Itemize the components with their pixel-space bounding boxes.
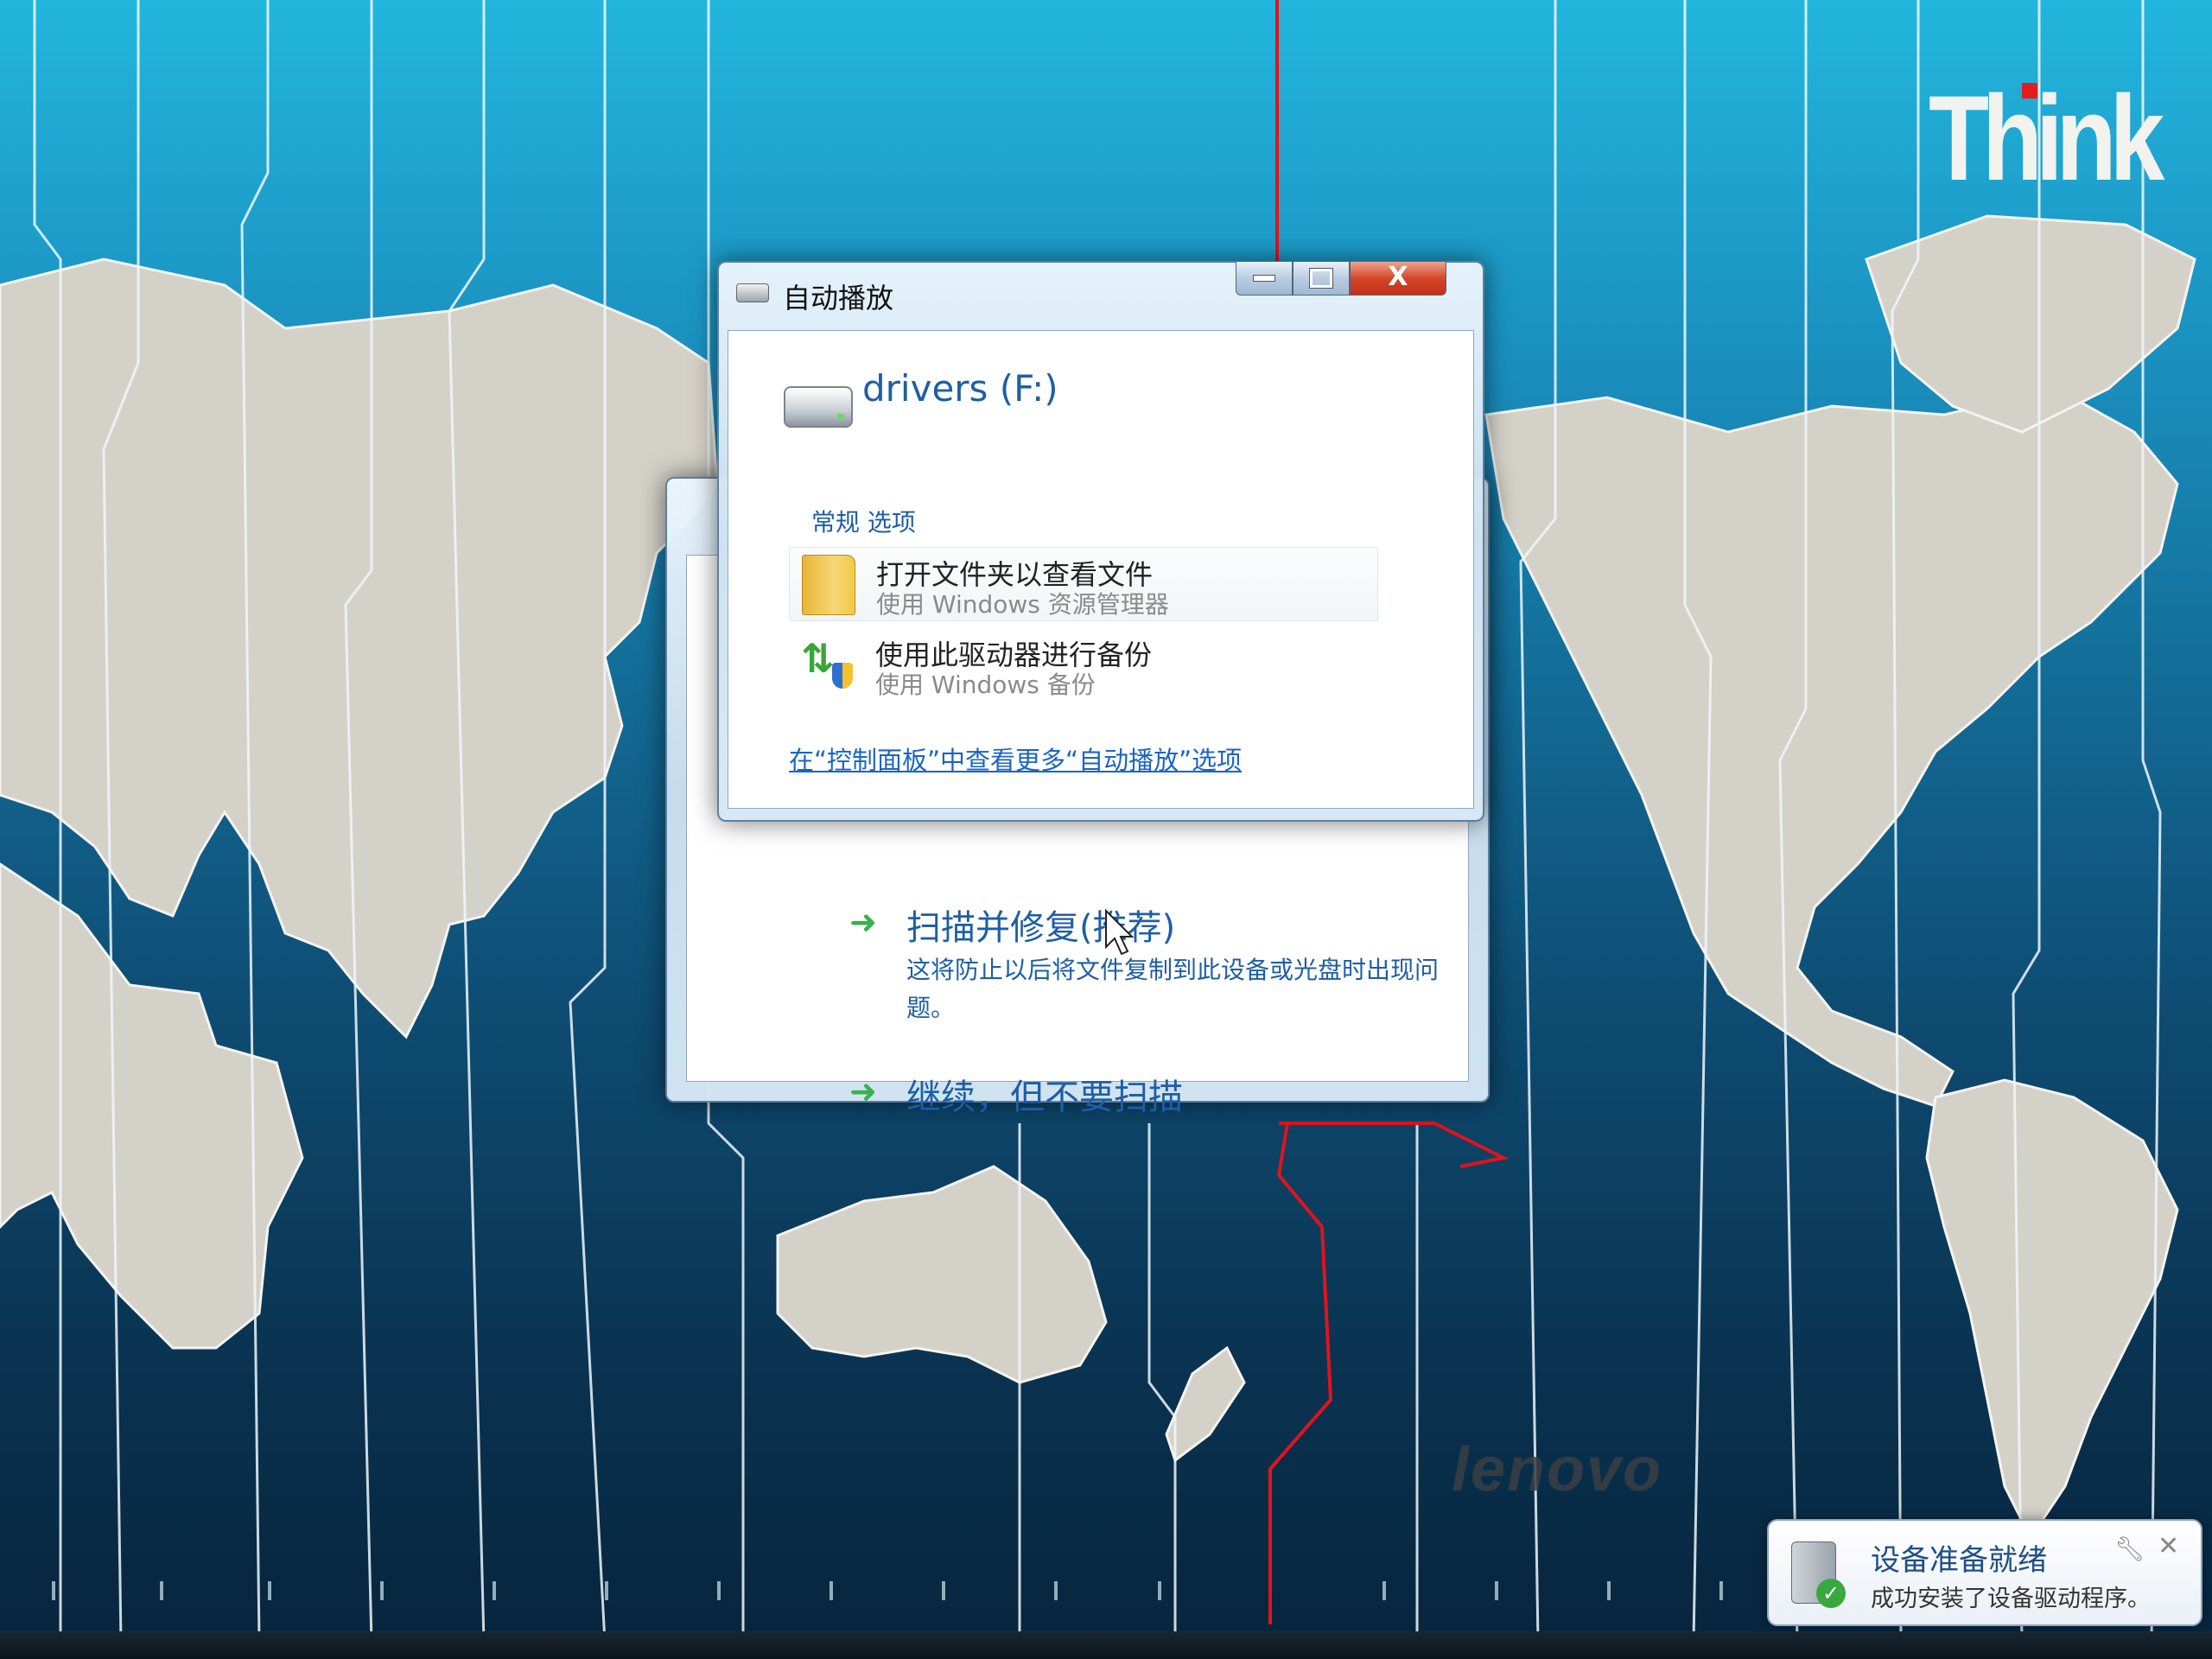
autoplay-content: drivers (F:) 常规 选项 打开文件夹以查看文件 使用 Windows… xyxy=(728,330,1474,809)
think-logo: Think xyxy=(1929,70,2164,206)
backup-sublabel: 使用 Windows 备份 xyxy=(875,671,1096,699)
notification-title: 设备准备就绪 xyxy=(1871,1543,2047,1578)
folder-icon xyxy=(802,555,855,615)
arrow-icon: ➜ xyxy=(849,903,877,941)
drive-led-icon xyxy=(837,414,844,419)
drive-icon xyxy=(784,386,853,428)
scan-and-fix-description: 这将防止以后将文件复制到此设备或光盘时出现问题。 xyxy=(906,956,1440,1022)
minimize-button[interactable] xyxy=(1236,261,1293,296)
date-line-south xyxy=(1268,1122,1333,1624)
device-icon: ✓ xyxy=(1791,1541,1846,1608)
north-america-shape xyxy=(1484,387,2179,1108)
close-button[interactable]: X xyxy=(1350,261,1446,296)
check-icon: ✓ xyxy=(1816,1579,1846,1608)
shield-icon xyxy=(832,663,853,689)
open-folder-option[interactable]: 打开文件夹以查看文件 使用 Windows 资源管理器 xyxy=(789,547,1378,621)
greenland-shape xyxy=(1865,214,2196,434)
window-title: 自动播放 xyxy=(783,282,894,315)
new-zealand-shape xyxy=(1165,1345,1246,1463)
open-folder-sublabel: 使用 Windows 资源管理器 xyxy=(876,590,1169,619)
drive-label: drivers (F:) xyxy=(862,367,1058,410)
device-ready-notification[interactable]: ✓ 设备准备就绪 成功安装了设备驱动程序。 🔧︎ ✕ xyxy=(1767,1519,2202,1626)
date-line xyxy=(1275,0,1279,261)
minimize-icon xyxy=(1253,274,1275,282)
more-autoplay-options-link[interactable]: 在“控制面板”中查看更多“自动播放”选项 xyxy=(789,741,1242,777)
notification-body: 成功安装了设备驱动程序。 xyxy=(1871,1586,2151,1612)
south-america-shape xyxy=(1925,1078,2179,1541)
general-options-heading: 常规 选项 xyxy=(811,508,916,537)
lenovo-logo: lenovo xyxy=(1452,1435,1663,1504)
close-icon: X xyxy=(1388,262,1408,292)
arrow-icon: ➜ xyxy=(849,1072,877,1110)
africa-shape xyxy=(0,862,304,1350)
backup-icon: ⇅ xyxy=(798,633,860,696)
autoplay-window: 自动播放 X drivers (F:) 常规 选项 打开文件夹以查看文件 使用 … xyxy=(717,261,1484,822)
taskbar xyxy=(0,1631,2212,1659)
continue-without-scan-button[interactable]: 继续，但不要扫描 xyxy=(906,1069,1183,1119)
maximize-icon xyxy=(1309,267,1333,289)
backup-option[interactable]: ⇅ 使用此驱动器进行备份 使用 Windows 备份 xyxy=(789,628,1376,701)
mouse-cursor-icon xyxy=(1105,909,1135,956)
drive-small-icon xyxy=(736,283,769,302)
notification-close-icon[interactable]: ✕ xyxy=(2158,1531,2179,1561)
australia-shape xyxy=(776,1165,1108,1384)
wrench-icon[interactable]: 🔧︎ xyxy=(2114,1535,2145,1563)
green-arrows-icon: ⇅ xyxy=(801,635,835,682)
maximize-button[interactable] xyxy=(1293,261,1350,296)
think-logo-dot xyxy=(2022,83,2037,99)
